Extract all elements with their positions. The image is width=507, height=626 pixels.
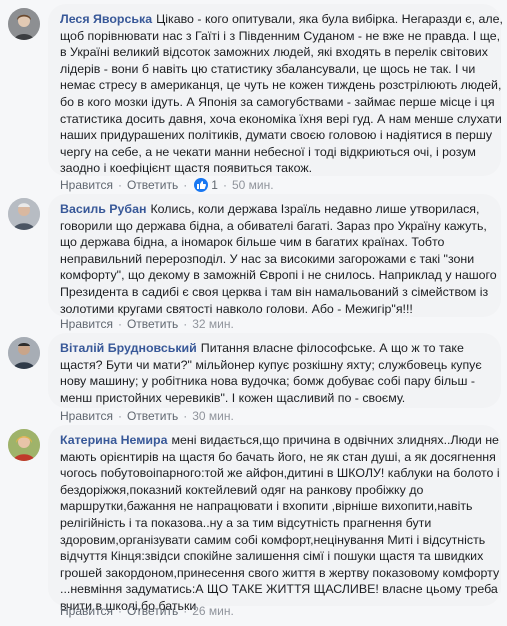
separator: · xyxy=(183,604,188,618)
comment-text: говорили що держава бідна, а обивателі б… xyxy=(60,218,487,233)
comment-text: релігійність і та показова..ну а за тим … xyxy=(60,515,432,530)
comment-text: мають орієнтирів на щастя бо бачать його… xyxy=(60,449,496,464)
comment-actions: Нравится · Ответить · 26 мин. xyxy=(60,604,234,618)
comment-text: чергу на себе, а не чекати манни небесно… xyxy=(60,144,476,159)
comment-text: Цікаво - кого опитували, яка була вибірк… xyxy=(156,12,503,26)
like-button[interactable]: Нравится xyxy=(60,409,113,423)
reply-button[interactable]: Ответить xyxy=(127,178,178,192)
comment-text: щоб порівнювати нас з Гаїті і з Південни… xyxy=(60,28,501,43)
like-button[interactable]: Нравится xyxy=(60,317,113,331)
comment-author[interactable]: Віталій Брудновський xyxy=(60,341,197,355)
comment-text: мені видається,що причина в одвічних зли… xyxy=(171,433,499,447)
separator: · xyxy=(183,178,188,192)
timestamp[interactable]: 30 мин. xyxy=(192,409,234,423)
comment-text: Президента в садибі є своя церква і там … xyxy=(60,284,489,299)
comment-text: бо в кого мозки ідуть. А Японія за самог… xyxy=(60,94,495,109)
comment-bubble: Василь Рубан Колись, коли держава Ізраїль… xyxy=(48,194,501,317)
comment-text: нову машину; у робітника нова вудочка; б… xyxy=(60,374,476,389)
comment-actions: Нравится · Ответить · 30 мин. xyxy=(60,409,234,423)
like-button[interactable]: Нравится xyxy=(60,604,113,618)
comment-feed: Леся Яворська Цікаво - кого опитували, як… xyxy=(0,0,507,626)
comment-text: Колись, коли держава Ізраїль недавно лиш… xyxy=(150,202,480,216)
comment-text: комфорту", що декому в заможній Європі і… xyxy=(60,268,497,283)
timestamp[interactable]: 32 мин. xyxy=(192,317,234,331)
comment-text: Питання власне філософське. А що ж то та… xyxy=(200,341,464,355)
like-icon xyxy=(194,178,209,192)
comment-bubble: Леся Яворська Цікаво - кого опитували, як… xyxy=(48,4,503,176)
timestamp[interactable]: 26 мин. xyxy=(192,604,234,618)
timestamp[interactable]: 50 мин. xyxy=(232,178,274,192)
comment-author[interactable]: Василь Рубан xyxy=(60,202,146,216)
comment-text: немає стресу в американця, це чуть не ко… xyxy=(60,78,502,93)
comment-text: відчуття Кінця:звідси спокійне залишення… xyxy=(60,549,484,564)
reply-button[interactable]: Ответить xyxy=(127,604,178,618)
comment-text: менш пристойних черевиків". І кожен щасл… xyxy=(60,390,406,405)
comment-text: бездоріжжя,показний коктейлевий одяг на … xyxy=(60,482,424,497)
avatar[interactable] xyxy=(8,8,40,40)
separator: · xyxy=(117,178,122,192)
comment-text: наших придурашених політиків, думати сво… xyxy=(60,128,493,143)
comment-text: чогось побутовоіпарного:той же айфон,дит… xyxy=(60,466,500,481)
comment-text: щастя? Бути чи мати?" мільйонер купує ро… xyxy=(60,357,482,372)
separator: · xyxy=(117,317,122,331)
comment-text: маршрутки,бажання не напрацювати і вхопи… xyxy=(60,499,473,514)
comment-text: статистика досить давня, хоча економіка … xyxy=(60,111,502,126)
reply-button[interactable]: Ответить xyxy=(127,409,178,423)
comment-text: неправильний перерозподіл. У нас за висо… xyxy=(60,251,475,266)
separator: · xyxy=(117,604,122,618)
reaction-count[interactable]: 1 xyxy=(194,178,218,192)
reaction-count-value: 1 xyxy=(211,178,218,192)
comment-text: грошей закордоном,принесення свого життя… xyxy=(60,565,500,580)
comment-text: заодно і коефіцієнт щастя появиться тако… xyxy=(60,161,313,176)
comment-bubble: Віталій Брудновський Питання власне філос… xyxy=(48,333,501,408)
comment-author[interactable]: Катерина Немира xyxy=(60,433,168,447)
comment-actions: Нравится · Ответить · 32 мин. xyxy=(60,317,234,331)
comment-bubble: Катерина Немира мені видається,що причина… xyxy=(48,425,501,613)
comment-text: що держава бідна, а іномарок більше чим … xyxy=(60,235,445,250)
comment-text: ...невміння задуматись:А ЩО ТАКЕ ЖИТТЯ Щ… xyxy=(60,582,498,597)
comment-text: золотими кругами святості навколо голови… xyxy=(60,301,413,316)
separator: · xyxy=(183,317,188,331)
reply-button[interactable]: Ответить xyxy=(127,317,178,331)
avatar[interactable] xyxy=(8,337,40,369)
separator: · xyxy=(222,178,227,192)
separator: · xyxy=(117,409,122,423)
avatar[interactable] xyxy=(8,198,40,230)
comment-actions: Нравится · Ответить · 1 · 50 мин. xyxy=(60,178,274,192)
like-button[interactable]: Нравится xyxy=(60,178,113,192)
comment-author[interactable]: Леся Яворська xyxy=(60,12,152,26)
comment-text: лідерів - вони б навіть цю статистику зб… xyxy=(60,61,476,76)
comment-text: в Україні великий відсоток заможних люде… xyxy=(60,45,488,60)
avatar[interactable] xyxy=(8,429,40,461)
separator: · xyxy=(183,409,188,423)
comment-text: здоровим,організувати самим собі комфорт… xyxy=(60,532,486,547)
